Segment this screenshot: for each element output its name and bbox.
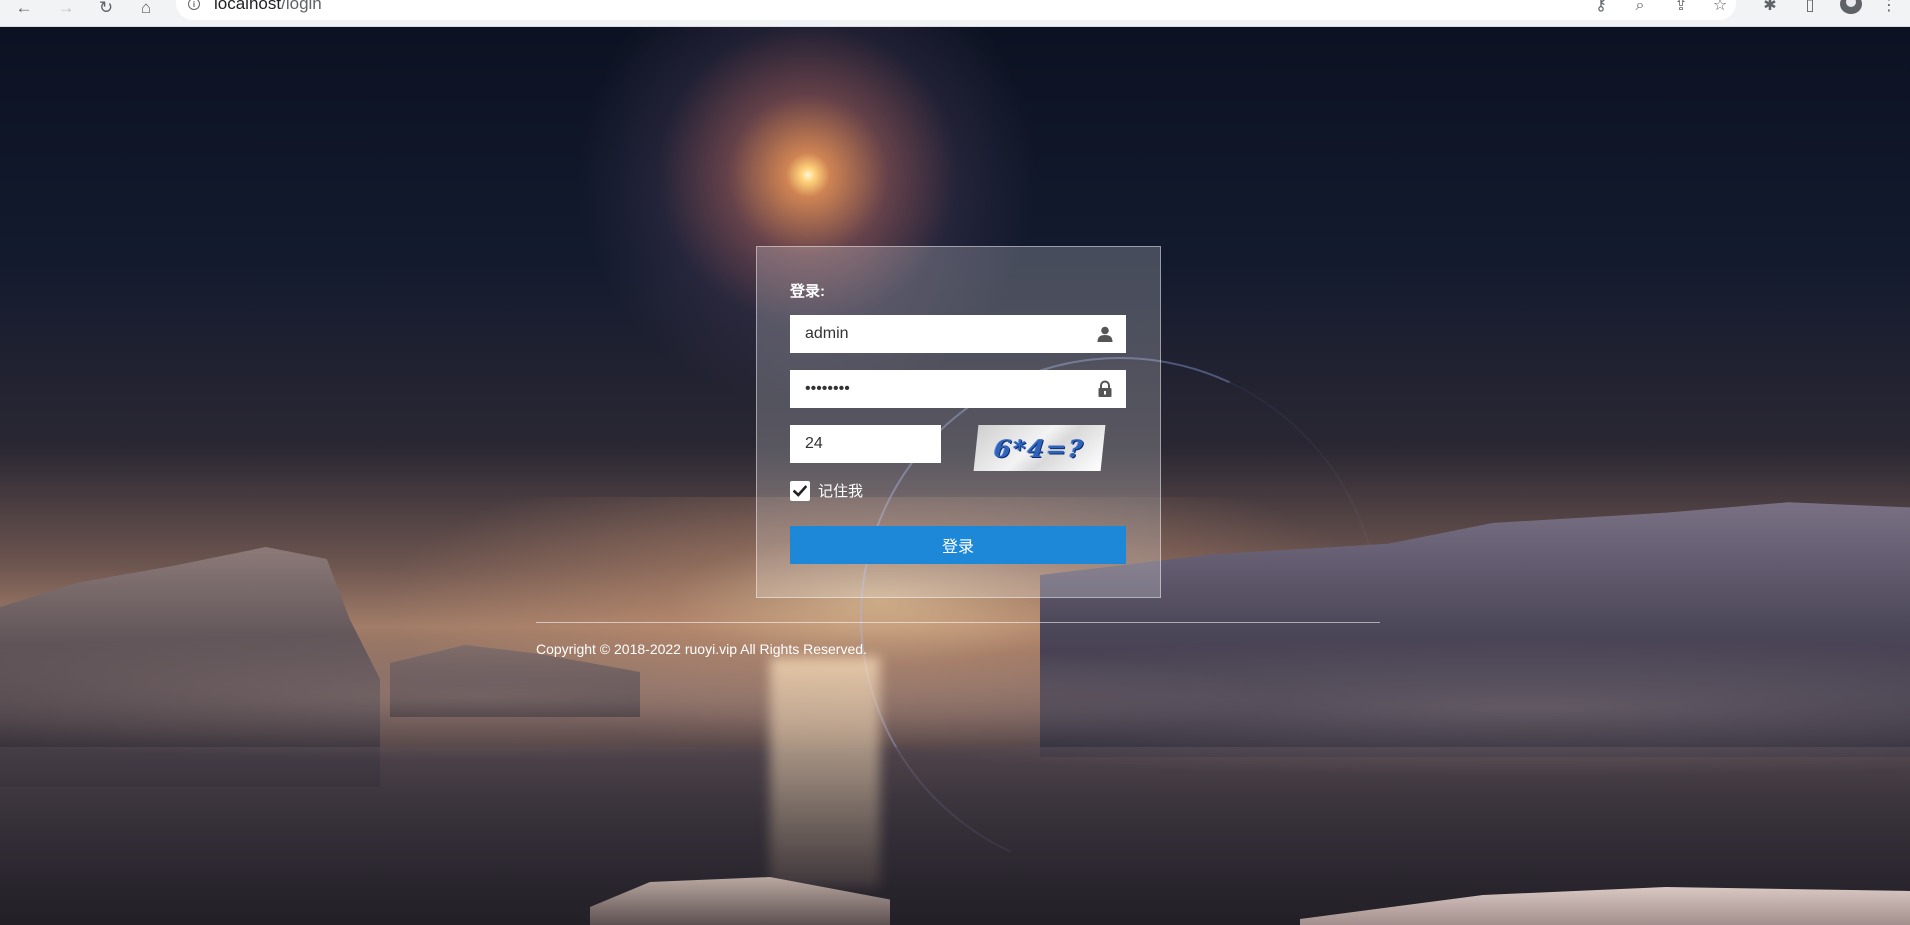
url-host: localhost (214, 0, 282, 13)
address-bar[interactable] (176, 0, 1736, 20)
footer-divider (536, 622, 1380, 623)
browser-toolbar: ← → ↻ ⌂ i localhost/login ⚷ ⌕ ⇪ ☆ ✱ ▯ ⋮ (0, 0, 1910, 27)
home-icon[interactable]: ⌂ (132, 0, 160, 16)
captcha-image[interactable]: 6*4=? (973, 425, 1106, 471)
lock-icon (1098, 380, 1112, 397)
user-icon (1097, 326, 1113, 342)
mist (0, 587, 1910, 807)
back-arrow-icon[interactable]: ← (10, 0, 38, 16)
password-input[interactable] (790, 370, 1126, 408)
remember-me-label: 记住我 (818, 483, 864, 500)
captcha-input[interactable] (790, 425, 941, 463)
login-form: 登录: 6*4=? (756, 246, 1161, 598)
profile-icon[interactable] (1840, 0, 1862, 14)
zoom-icon[interactable]: ⌕ (1627, 0, 1653, 14)
star-icon[interactable]: ☆ (1707, 0, 1733, 14)
login-button[interactable]: 登录 (790, 526, 1126, 564)
copyright-text: Copyright © 2018-2022 ruoyi.vip All Righ… (536, 641, 867, 657)
captcha-image-text: 6*4=? (992, 433, 1087, 463)
reload-icon[interactable]: ↻ (92, 0, 120, 16)
remember-me-checkbox[interactable] (790, 480, 810, 501)
url-path: /login (281, 0, 322, 13)
side-panel-icon[interactable]: ▯ (1797, 0, 1823, 14)
login-title: 登录: (790, 283, 825, 300)
password-field-wrapper (790, 370, 1126, 408)
url-text[interactable]: localhost/login (214, 0, 322, 14)
username-field-wrapper (790, 315, 1126, 353)
captcha-field-wrapper (790, 425, 941, 463)
checkmark-icon (793, 484, 807, 497)
share-icon[interactable]: ⇪ (1668, 0, 1694, 14)
remember-me[interactable]: 记住我 (790, 480, 863, 501)
forward-arrow-icon[interactable]: → (52, 0, 80, 16)
username-input[interactable] (790, 315, 1126, 353)
key-icon[interactable]: ⚷ (1588, 0, 1614, 14)
menu-icon[interactable]: ⋮ (1876, 0, 1902, 14)
extensions-icon[interactable]: ✱ (1757, 0, 1783, 14)
login-page-background: 登录: 6*4=? (0, 27, 1910, 925)
